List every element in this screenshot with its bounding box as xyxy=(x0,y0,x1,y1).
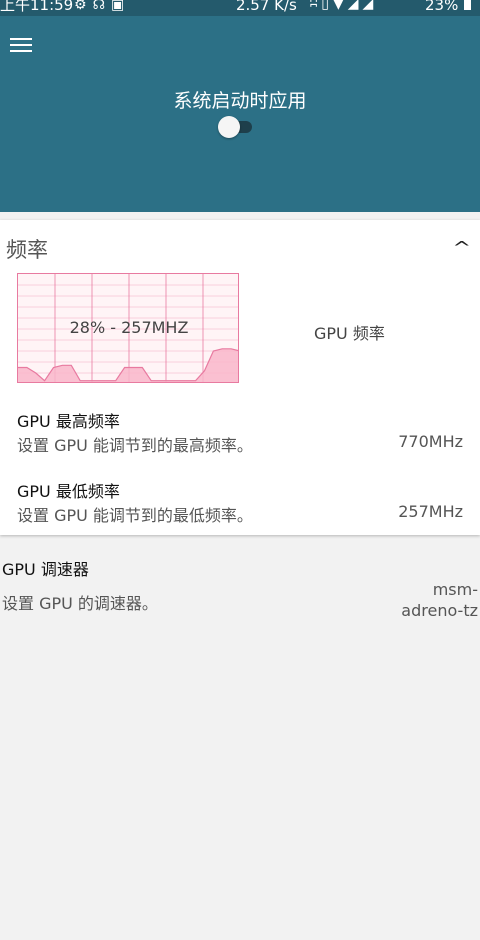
gpu-freq-label: GPU 频率 xyxy=(314,324,385,343)
headset-icon: ☊ xyxy=(92,0,111,13)
min-freq-value: 257MHz xyxy=(398,502,463,521)
app-header: 上午11:59 ⚙☊▣ 2.57 K/s ʭ▯▼◢◢ 23% 系统启动时应用 xyxy=(0,0,480,212)
min-freq-setting[interactable]: GPU 最低频率 设置 GPU 能调节到的最低频率。 257MHz xyxy=(0,478,480,530)
status-bar: 上午11:59 ⚙☊▣ 2.57 K/s ʭ▯▼◢◢ 23% xyxy=(0,0,480,16)
governor-title: GPU 调速器 xyxy=(2,560,89,579)
toggle-thumb xyxy=(218,116,240,138)
vpn-icon: ▣ xyxy=(111,0,131,13)
graph-label: 28% - 257MHZ xyxy=(69,318,189,337)
frequency-card: 频率 ^ 28% - 257MHZ GPU 频率 GPU 最高频率 设置 GPU… xyxy=(0,220,480,535)
network-speed: 2.57 K/s xyxy=(236,0,297,14)
status-right-icons: ʭ▯▼◢◢ xyxy=(310,0,377,11)
bluetooth-icon: ʭ xyxy=(310,0,322,12)
boot-apply-label: 系统启动时应用 xyxy=(173,90,307,112)
governor-value-line2: adreno-tz xyxy=(401,601,478,620)
max-freq-value: 770MHz xyxy=(398,432,463,451)
gpu-load-graph: 28% - 257MHZ xyxy=(17,273,239,383)
status-left-icons: ⚙☊▣ xyxy=(74,0,130,12)
battery-percent: 23% xyxy=(425,0,459,14)
boot-apply-toggle[interactable] xyxy=(218,116,254,138)
governor-subtitle: 设置 GPU 的调速器。 xyxy=(2,594,158,613)
gpu-governor-setting[interactable]: GPU 调速器 设置 GPU 的调速器。 msm- adreno-tz xyxy=(0,552,480,622)
max-freq-title: GPU 最高频率 xyxy=(17,412,120,431)
menu-icon[interactable] xyxy=(10,38,32,56)
card-title: 频率 xyxy=(6,238,48,262)
chevron-up-icon[interactable]: ^ xyxy=(452,238,471,257)
max-freq-subtitle: 设置 GPU 能调节到的最高频率。 xyxy=(17,436,253,455)
governor-value-line1: msm- xyxy=(432,580,478,599)
max-freq-setting[interactable]: GPU 最高频率 设置 GPU 能调节到的最高频率。 770MHz xyxy=(0,408,480,460)
signal-icon: ◢ xyxy=(347,0,363,12)
wifi-icon: ▼ xyxy=(332,0,348,12)
min-freq-title: GPU 最低频率 xyxy=(17,482,120,501)
settings-icon: ⚙ xyxy=(74,0,93,13)
status-time: 上午11:59 xyxy=(0,0,74,14)
gpu-load-area xyxy=(18,348,238,382)
min-freq-subtitle: 设置 GPU 能调节到的最低频率。 xyxy=(17,506,253,525)
vibrate-icon: ▯ xyxy=(321,0,333,12)
signal-icon: ◢ xyxy=(362,0,378,12)
governor-value: msm- adreno-tz xyxy=(401,579,478,621)
battery-icon xyxy=(464,0,471,10)
